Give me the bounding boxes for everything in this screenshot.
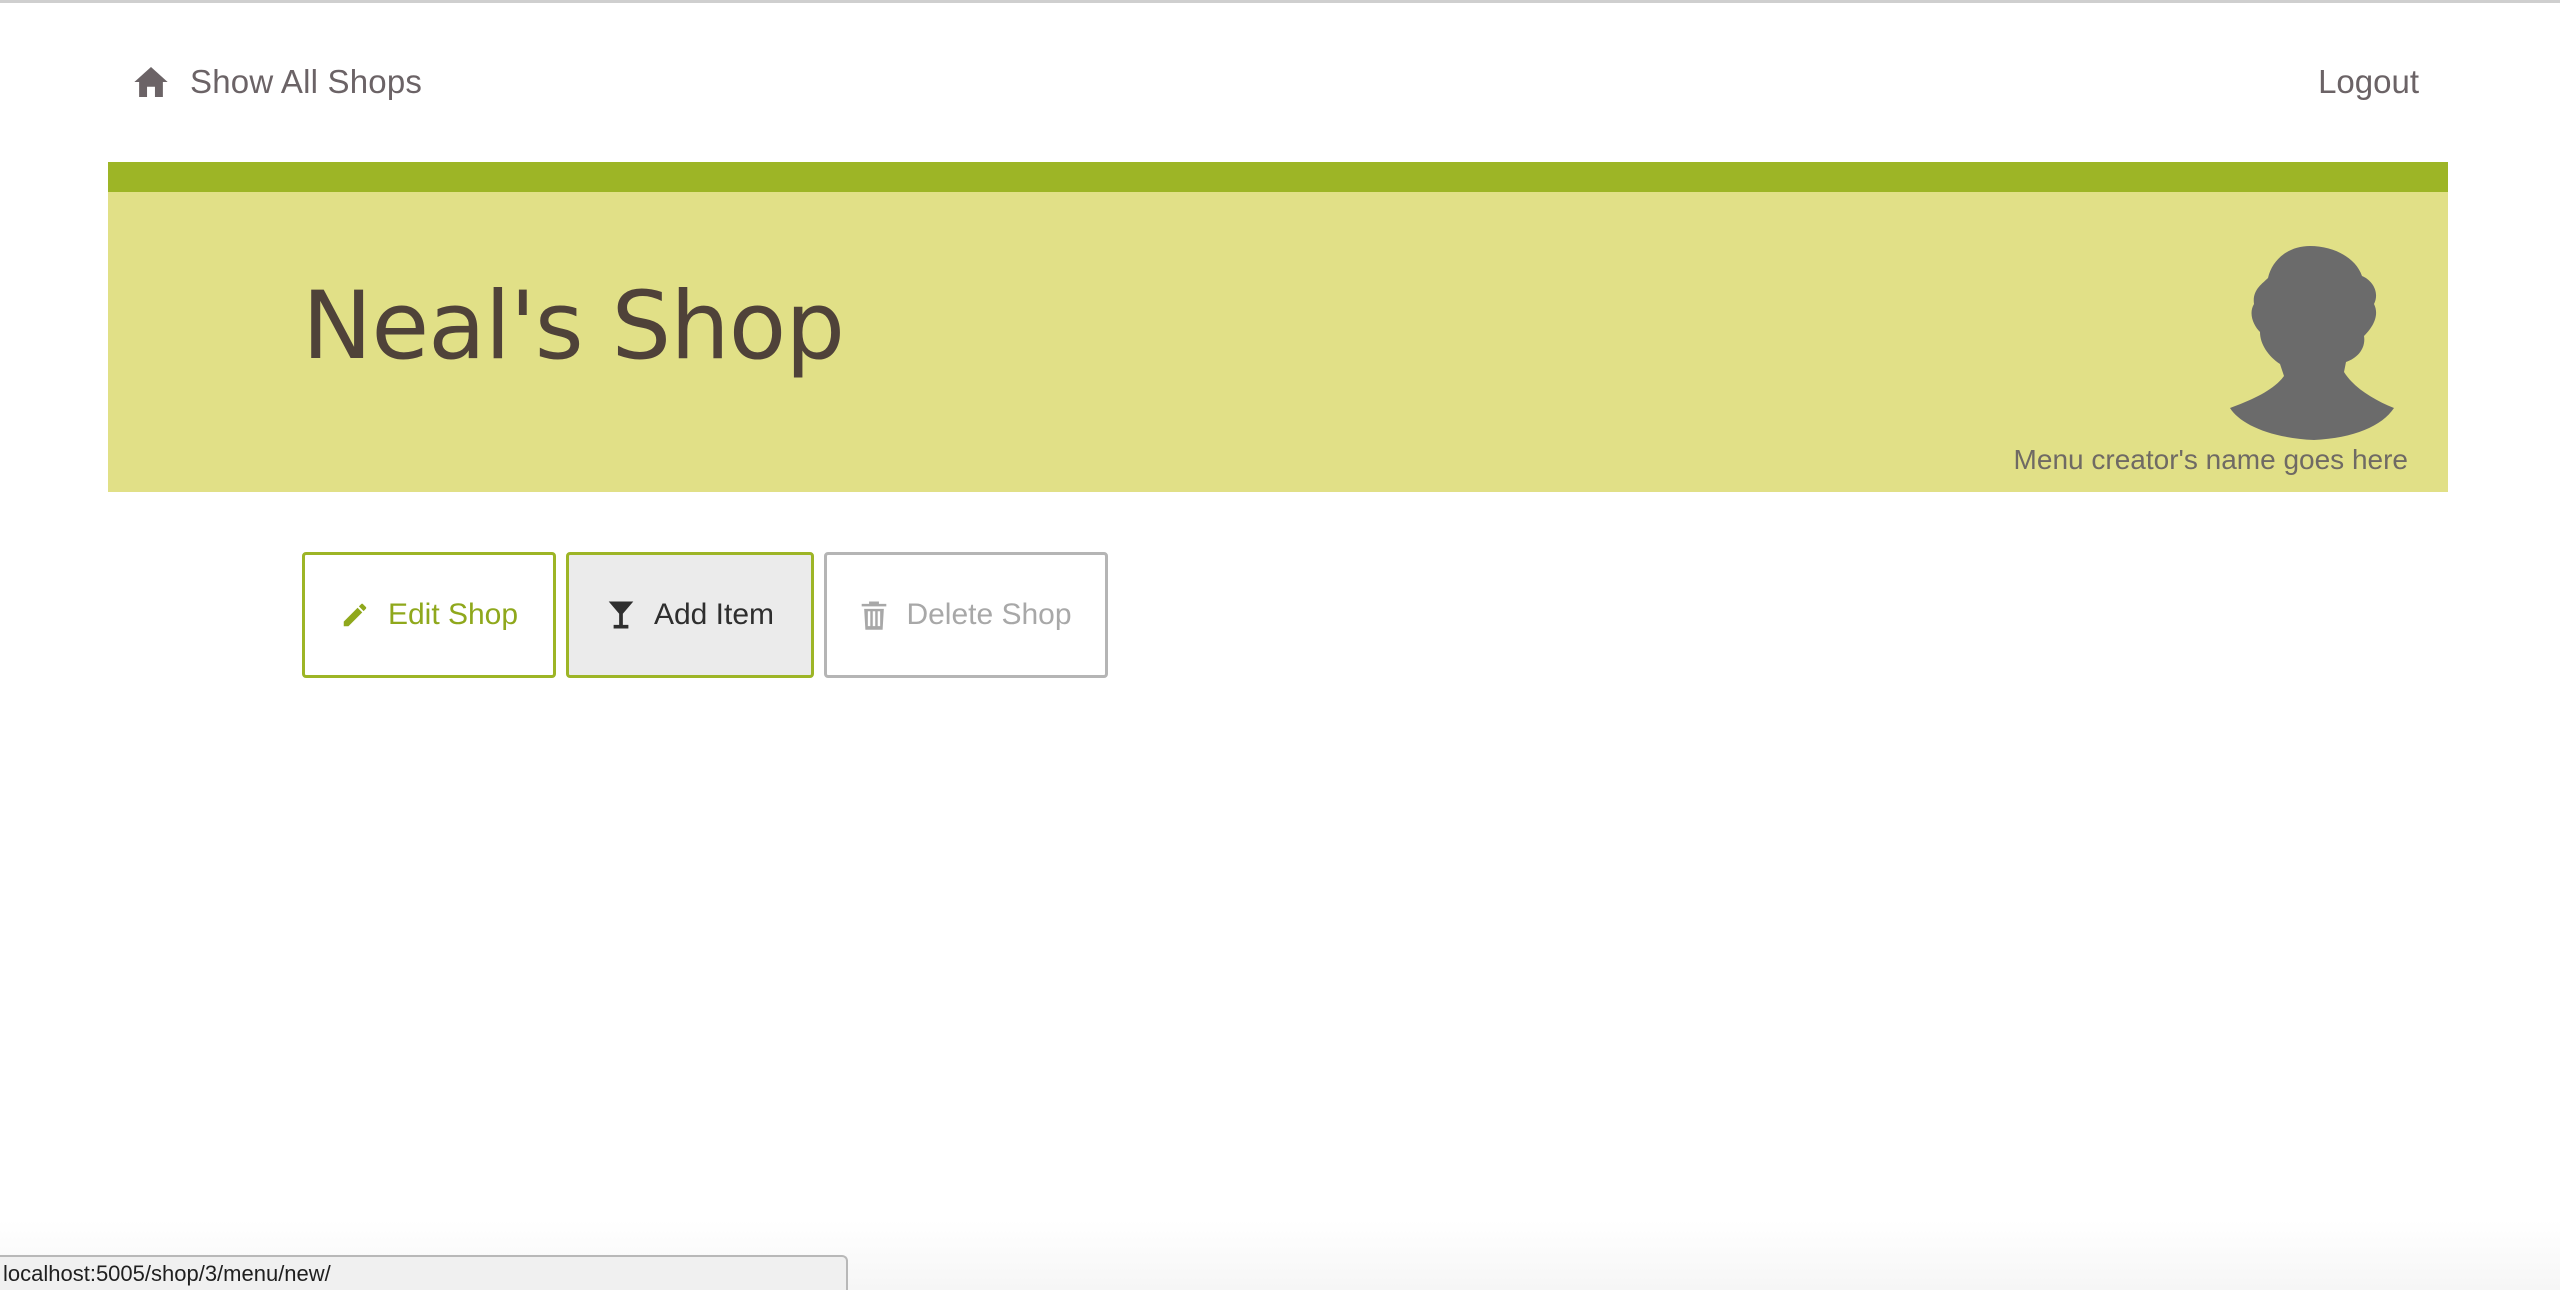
edit-shop-label: Edit Shop bbox=[387, 598, 519, 631]
cocktail-glass-icon bbox=[606, 599, 636, 631]
status-url: localhost:5005/shop/3/menu/new/ bbox=[3, 1260, 331, 1286]
show-all-shops-label: Show All Shops bbox=[190, 63, 423, 100]
show-all-shops-link[interactable]: Show All Shops bbox=[132, 52, 422, 112]
add-item-label: Add Item bbox=[653, 598, 775, 631]
edit-shop-button[interactable]: Edit Shop bbox=[302, 552, 556, 678]
trash-icon bbox=[860, 599, 888, 631]
pencil-icon bbox=[340, 600, 370, 630]
person-silhouette-icon bbox=[2230, 240, 2396, 442]
banner-accent-stripe bbox=[108, 162, 2448, 192]
logout-link[interactable]: Logout bbox=[2318, 52, 2419, 112]
delete-shop-button[interactable]: Delete Shop bbox=[824, 552, 1108, 678]
home-icon bbox=[132, 63, 170, 101]
shop-banner: Neal's Shop Menu creator's name goes her… bbox=[108, 162, 2448, 492]
shop-actions: Edit Shop Add Item Delete Shop bbox=[302, 552, 1108, 678]
page: Show All Shops Logout Neal's Shop Menu c… bbox=[0, 0, 2560, 1290]
browser-status-bar: localhost:5005/shop/3/menu/new/ bbox=[0, 1255, 848, 1290]
delete-shop-label: Delete Shop bbox=[906, 598, 1072, 631]
page-title: Neal's Shop bbox=[302, 272, 845, 381]
menu-creator-name: Menu creator's name goes here bbox=[2013, 444, 2408, 475]
add-item-button[interactable]: Add Item bbox=[566, 552, 814, 678]
top-nav: Show All Shops Logout bbox=[0, 0, 2560, 160]
